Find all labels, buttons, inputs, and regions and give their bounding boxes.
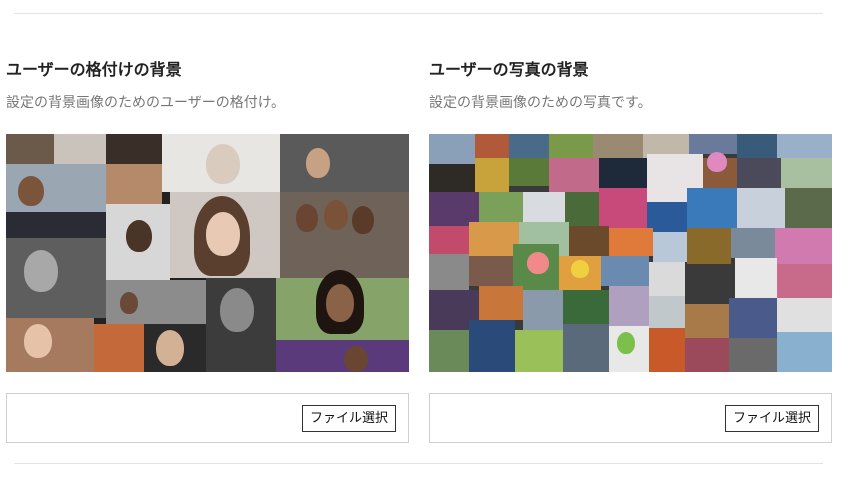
photo-collage-image <box>429 134 832 372</box>
panel-description: 設定の背景画像のための写真です。 <box>429 95 652 111</box>
panel-title: ユーザーの格付けの背景 <box>6 60 182 79</box>
bottom-divider <box>14 463 823 464</box>
panel-title: ユーザーの写真の背景 <box>429 60 589 79</box>
user-photo-background-panel: ユーザーの写真の背景 設定の背景画像のための写真です。 ファイル選択 <box>429 0 832 490</box>
choose-file-button[interactable]: ファイル選択 <box>301 405 396 432</box>
choose-file-button[interactable]: ファイル選択 <box>724 405 819 432</box>
file-upload-box: ファイル選択 <box>6 393 409 443</box>
people-collage-image <box>6 134 409 372</box>
panel-description: 設定の背景画像のためのユーザーの格付け。 <box>6 95 286 111</box>
user-rating-background-panel: ユーザーの格付けの背景 設定の背景画像のためのユーザーの格付け。 ファイル選択 <box>6 0 409 490</box>
file-upload-box: ファイル選択 <box>429 393 832 443</box>
